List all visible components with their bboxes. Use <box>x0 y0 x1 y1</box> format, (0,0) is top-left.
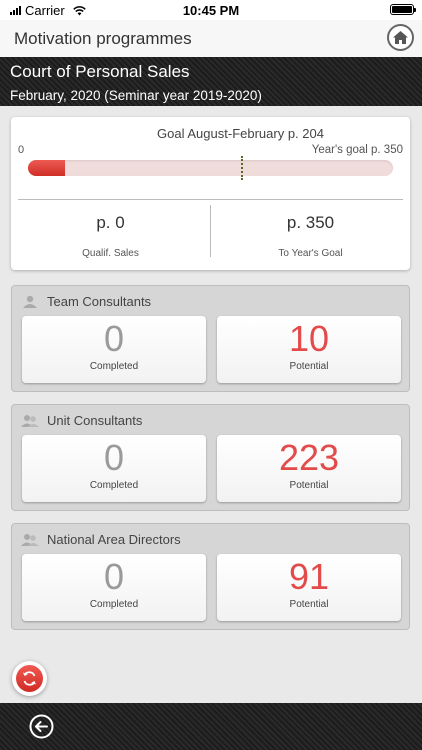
bottom-toolbar <box>0 703 422 750</box>
nav-bar: Motivation programmes <box>0 20 422 57</box>
group-icon <box>21 533 39 546</box>
completed-tile[interactable]: 0 Completed <box>22 554 206 621</box>
potential-count: 10 <box>288 318 330 359</box>
progress-bar-fill <box>28 160 65 176</box>
progress-bar <box>28 156 393 180</box>
to-year-goal-stat: p. 350 To Year's Goal <box>211 213 410 259</box>
completed-label: Completed <box>89 480 139 491</box>
potential-label: Potential <box>289 480 329 491</box>
potential-label: Potential <box>289 361 329 372</box>
completed-count: 0 <box>103 437 125 478</box>
to-year-goal-value: p. 350 <box>286 213 335 232</box>
potential-label: Potential <box>289 599 329 610</box>
completed-label: Completed <box>89 361 139 372</box>
header-band: Court of Personal Sales February, 2020 (… <box>0 57 422 106</box>
home-icon <box>393 31 408 44</box>
divider <box>18 199 403 200</box>
refresh-button[interactable] <box>12 661 47 696</box>
person-icon <box>23 295 37 308</box>
qualif-sales-label: Qualif. Sales <box>82 248 139 259</box>
status-bar: Carrier 10:45 PM <box>0 0 422 20</box>
potential-count: 223 <box>278 437 340 478</box>
goal-marker <box>240 156 243 180</box>
status-time: 10:45 PM <box>182 3 240 18</box>
back-button[interactable] <box>29 714 54 739</box>
page-title: Court of Personal Sales <box>10 62 190 81</box>
year-goal-label: Year's goal p. 350 <box>311 144 403 156</box>
goal-zero-label: 0 <box>18 144 25 156</box>
panel-header: National Area Directors <box>21 532 181 547</box>
home-button[interactable] <box>387 24 414 51</box>
completed-count: 0 <box>103 556 125 597</box>
panel-header: Unit Consultants <box>21 413 142 428</box>
refresh-icon <box>23 671 36 686</box>
unit-consultants-panel: Unit Consultants 0 Completed 223 Potenti… <box>11 404 410 511</box>
panel-title: Team Consultants <box>47 294 152 309</box>
completed-count: 0 <box>103 318 125 359</box>
goal-card: Goal August-February p. 204 0 Year's goa… <box>11 117 410 270</box>
group-icon <box>21 414 39 427</box>
qualif-sales-value: p. 0 <box>96 213 125 232</box>
potential-tile[interactable]: 223 Potential <box>217 435 401 502</box>
potential-tile[interactable]: 91 Potential <box>217 554 401 621</box>
goal-label: Goal August-February p. 204 <box>157 126 324 141</box>
panel-header: Team Consultants <box>21 294 151 309</box>
to-year-goal-label: To Year's Goal <box>278 248 343 259</box>
potential-count: 91 <box>288 556 330 597</box>
qualif-sales-stat: p. 0 Qualif. Sales <box>11 213 210 259</box>
completed-tile[interactable]: 0 Completed <box>22 435 206 502</box>
team-consultants-panel: Team Consultants 0 Completed 10 Potentia… <box>11 285 410 392</box>
national-area-directors-panel: National Area Directors 0 Completed 91 P… <box>11 523 410 630</box>
completed-label: Completed <box>89 599 139 610</box>
battery-icon <box>390 4 416 15</box>
panel-title: National Area Directors <box>47 532 181 547</box>
panel-title: Unit Consultants <box>47 413 143 428</box>
completed-tile[interactable]: 0 Completed <box>22 316 206 383</box>
period-subtitle: February, 2020 (Seminar year 2019-2020) <box>10 88 262 103</box>
potential-tile[interactable]: 10 Potential <box>217 316 401 383</box>
nav-title: Motivation programmes <box>14 29 192 48</box>
